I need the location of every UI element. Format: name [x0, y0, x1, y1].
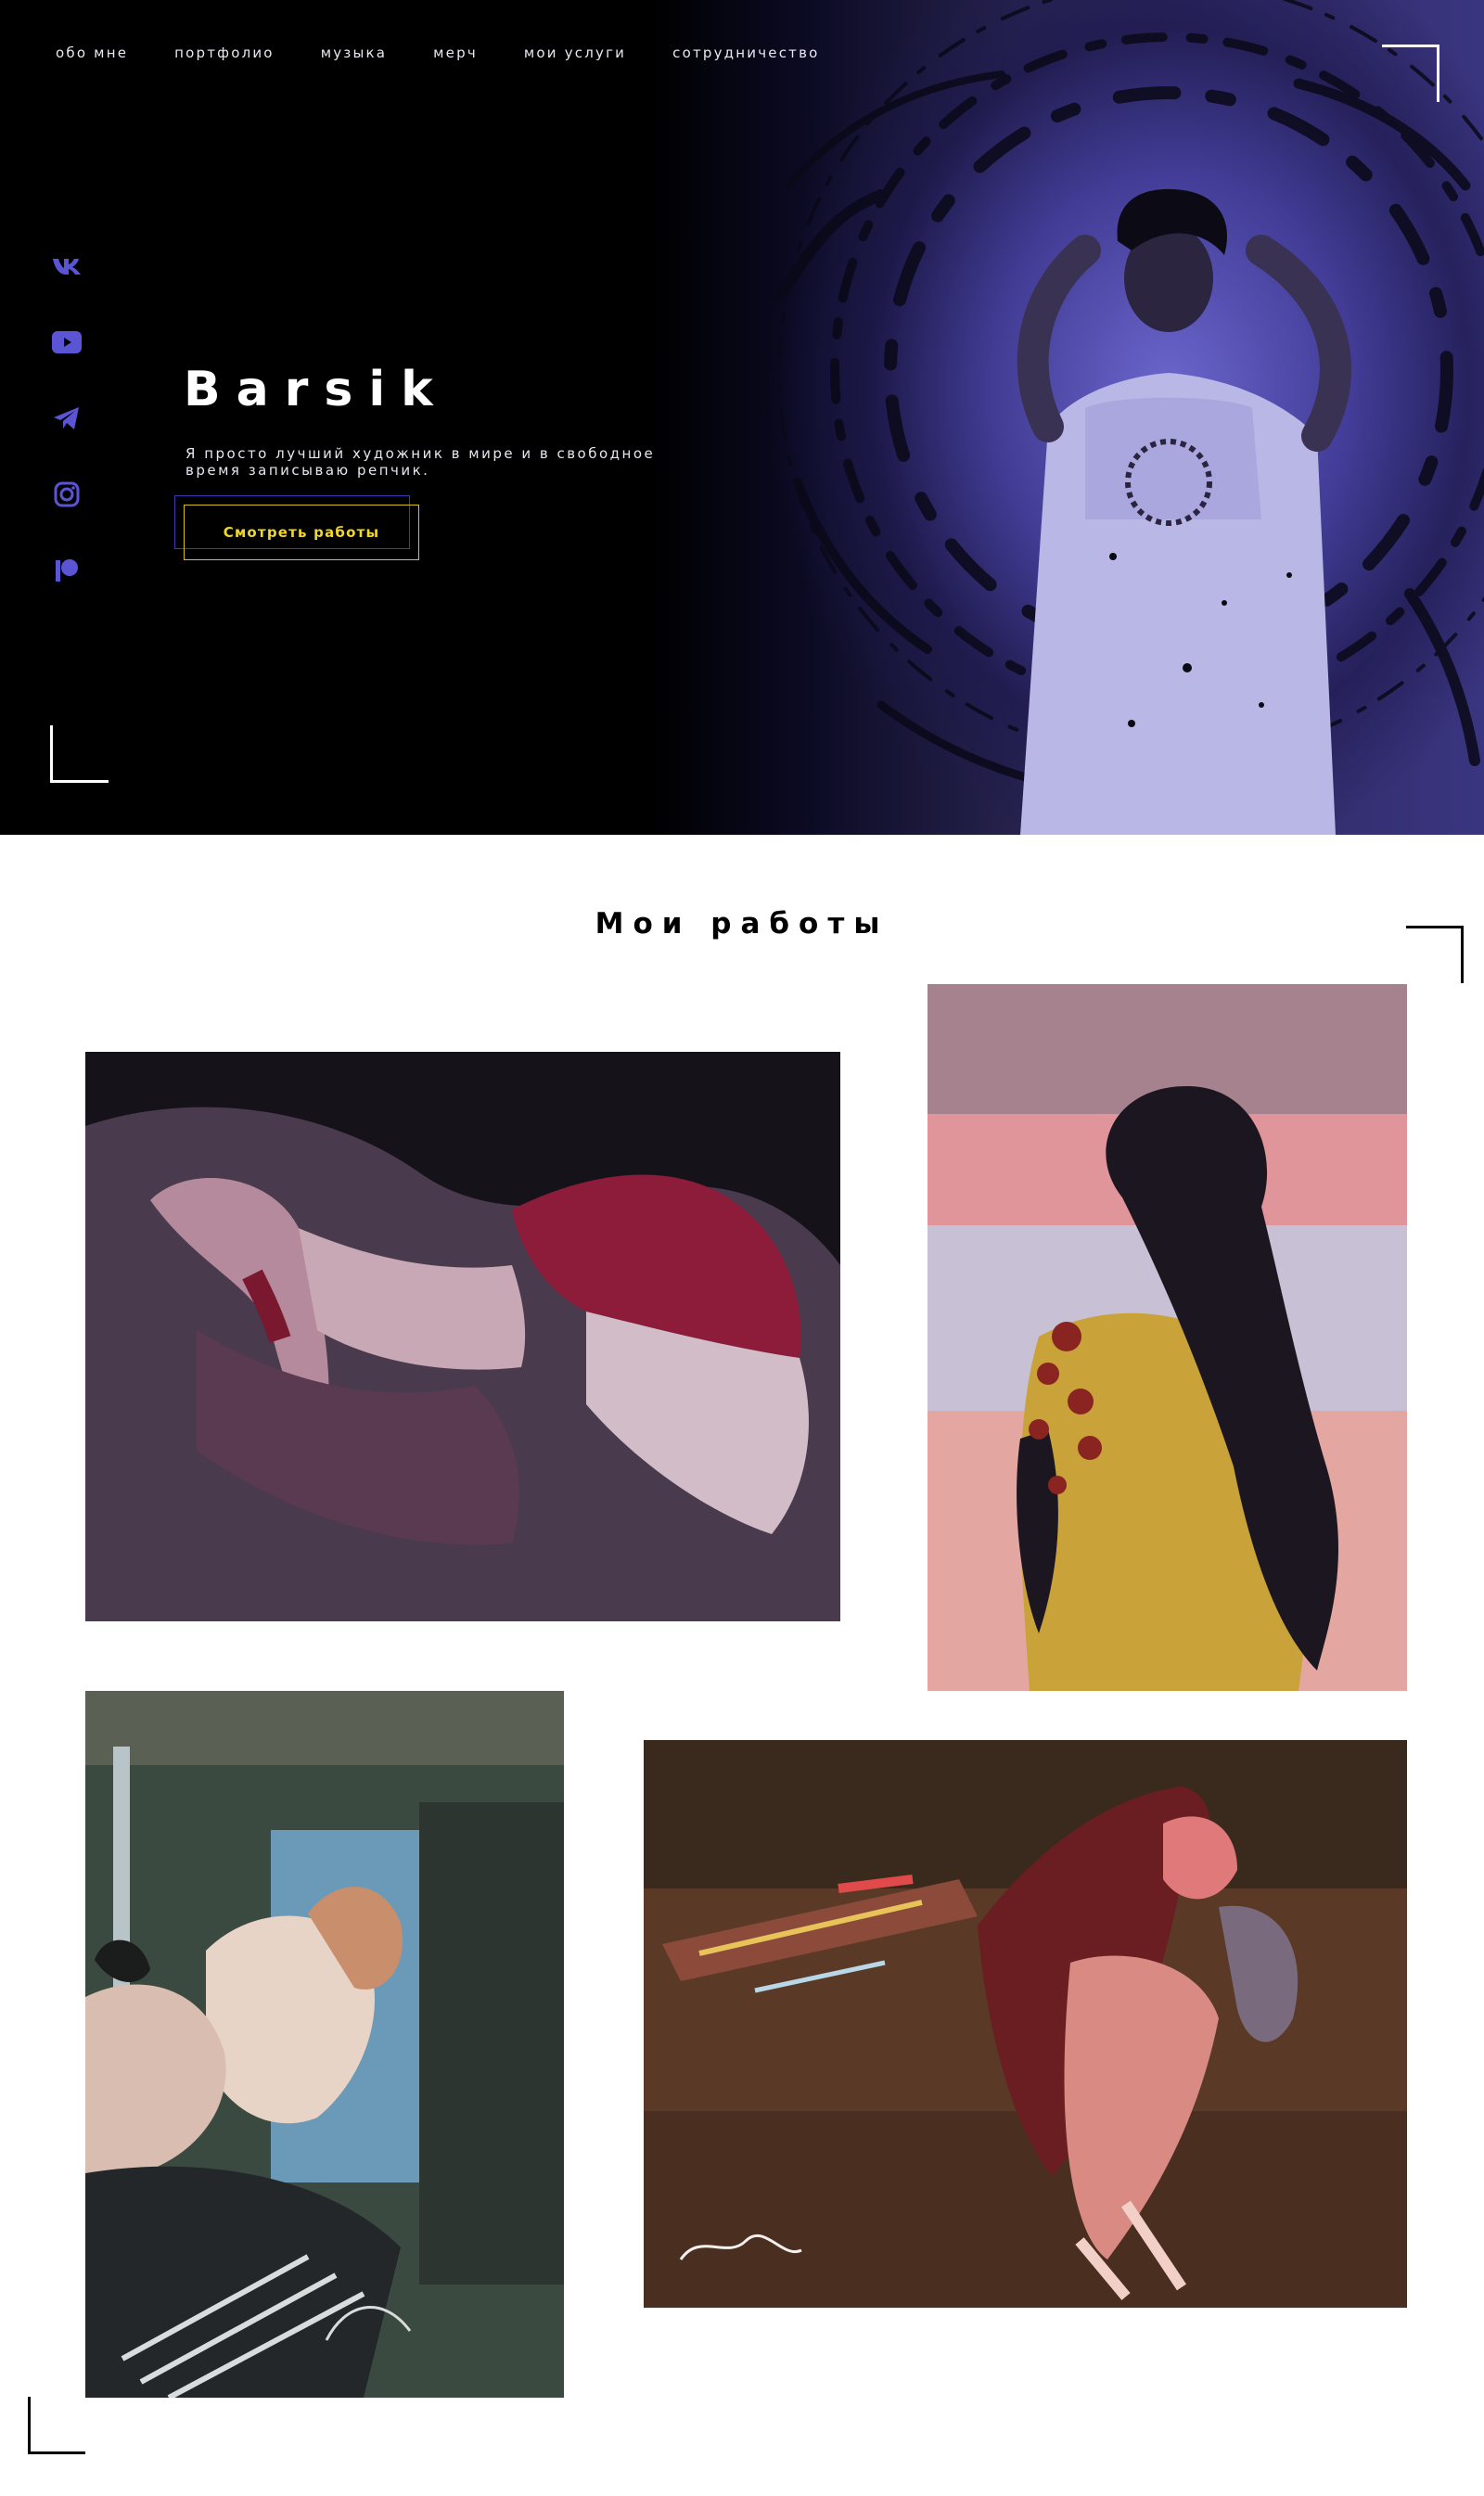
nav-item-music[interactable]: музыка: [321, 45, 387, 61]
nav-item-services[interactable]: мои услуги: [524, 45, 626, 61]
hero-artist-photo: [649, 0, 1484, 835]
vk-icon[interactable]: [52, 250, 82, 282]
hero-title: Barsik: [184, 362, 449, 417]
artwork-painting[interactable]: [644, 1740, 1407, 2308]
telegram-icon[interactable]: [52, 403, 82, 434]
instagram-icon[interactable]: [52, 479, 82, 510]
corner-decoration: [50, 725, 109, 783]
nav-item-collaboration[interactable]: сотрудничество: [672, 45, 819, 61]
social-links: [52, 250, 82, 586]
artwork-painting[interactable]: [928, 984, 1407, 1691]
corner-decoration: [1382, 45, 1439, 102]
cta-wrapper: Смотреть работы: [174, 495, 419, 560]
corner-decoration: [28, 2397, 85, 2454]
nav-item-about[interactable]: обо мне: [56, 45, 128, 61]
artwork-painting[interactable]: [85, 1691, 564, 2398]
artwork-painting[interactable]: [85, 1052, 840, 1621]
youtube-icon[interactable]: [52, 326, 82, 358]
hero-description: Я просто лучший художник в мире и в своб…: [186, 445, 656, 479]
corner-decoration: [1406, 926, 1464, 983]
view-works-button[interactable]: Смотреть работы: [184, 505, 419, 560]
nav-item-merch[interactable]: мерч: [433, 45, 478, 61]
patreon-icon[interactable]: [52, 555, 82, 586]
works-section-title: Мои работы: [595, 907, 889, 941]
hero-section: обо мне портфолио музыка мерч мои услуги…: [0, 0, 1484, 835]
main-nav: обо мне портфолио музыка мерч мои услуги…: [56, 45, 820, 61]
nav-item-portfolio[interactable]: портфолио: [174, 45, 275, 61]
